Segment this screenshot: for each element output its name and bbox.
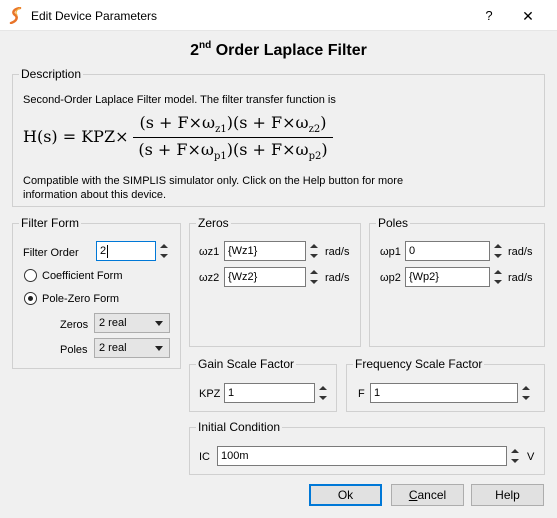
kpz-spinner[interactable]: [316, 383, 329, 403]
spin-down-icon[interactable]: [491, 277, 504, 287]
wz2-label: ωz2: [199, 272, 220, 284]
heading-text: Order Laplace Filter: [211, 42, 367, 59]
description-group-title: Description: [19, 67, 84, 81]
spin-down-icon[interactable]: [519, 393, 532, 403]
spin-down-icon[interactable]: [307, 251, 320, 261]
wp2-spinner[interactable]: [491, 267, 504, 287]
spin-up-icon[interactable]: [157, 241, 170, 251]
wz2-input[interactable]: {Wz2}: [224, 267, 306, 287]
chevron-down-icon: [155, 321, 163, 326]
ok-button[interactable]: Ok: [309, 484, 382, 506]
close-window-button[interactable]: ✕: [513, 5, 543, 27]
spin-up-icon[interactable]: [307, 241, 320, 251]
wz1-label: ωz1: [199, 246, 220, 258]
filter-order-label: Filter Order: [23, 247, 79, 259]
transfer-function-formula: H(s) = KPZ× (s + F×ωz1)(s + F×ωz2) (s + …: [23, 113, 333, 165]
spin-down-icon[interactable]: [491, 251, 504, 261]
coefficient-form-radio[interactable]: [24, 269, 37, 282]
spin-down-icon[interactable]: [157, 251, 170, 261]
ic-label: IC: [199, 451, 210, 463]
spin-down-icon[interactable]: [508, 456, 521, 466]
compatibility-note-line-2: information about this device.: [23, 189, 167, 201]
spin-up-icon[interactable]: [519, 383, 532, 393]
filter-order-input[interactable]: 2: [96, 241, 156, 261]
wp2-input[interactable]: {Wp2}: [405, 267, 490, 287]
dialog-heading: 2nd Order Laplace Filter: [0, 40, 557, 60]
zeros-type-value: 2 real: [99, 317, 127, 329]
poles-group-title: Poles: [376, 216, 411, 230]
cancel-button[interactable]: Cancel: [391, 484, 464, 506]
spin-up-icon[interactable]: [316, 383, 329, 393]
description-intro: Second-Order Laplace Filter model. The f…: [23, 94, 336, 106]
wp1-unit: rad/s: [508, 246, 533, 258]
window-title: Edit Device Parameters: [31, 9, 158, 23]
f-label: F: [358, 388, 365, 400]
frequency-scale-group-title: Frequency Scale Factor: [353, 357, 485, 371]
wp1-input[interactable]: 0: [405, 241, 490, 261]
zeros-type-label: Zeros: [60, 319, 89, 331]
formula-numerator: (s + F×ωz1)(s + F×ωz2): [139, 113, 327, 136]
ic-spinner[interactable]: [508, 446, 521, 466]
kpz-input[interactable]: 1: [224, 383, 315, 403]
formula-fraction: (s + F×ωz1)(s + F×ωz2) (s + F×ωp1)(s + F…: [133, 113, 333, 162]
zeros-group-title: Zeros: [196, 216, 231, 230]
wp2-unit: rad/s: [508, 272, 533, 284]
coefficient-form-label[interactable]: Coefficient Form: [42, 269, 123, 283]
chevron-down-icon: [155, 346, 163, 351]
filter-form-group-title: Filter Form: [19, 216, 81, 230]
wz2-unit: rad/s: [325, 272, 350, 284]
spin-down-icon[interactable]: [307, 277, 320, 287]
formula-lhs: H(s) = KPZ×: [23, 127, 129, 146]
filter-order-spinner[interactable]: [157, 241, 170, 261]
cancel-label-rest: ancel: [417, 488, 447, 502]
poles-type-dropdown[interactable]: 2 real: [94, 338, 170, 358]
text-caret: [107, 244, 109, 258]
poles-type-value: 2 real: [99, 342, 127, 354]
help-button[interactable]: Help: [471, 484, 544, 506]
kpz-label: KPZ: [199, 388, 221, 400]
spin-up-icon[interactable]: [491, 267, 504, 277]
heading-order-number: 2: [190, 42, 200, 59]
f-spinner[interactable]: [519, 383, 532, 403]
poles-type-label: Poles: [60, 344, 88, 356]
gain-scale-group-title: Gain Scale Factor: [196, 357, 297, 371]
wz1-unit: rad/s: [325, 246, 350, 258]
spin-up-icon[interactable]: [508, 446, 521, 456]
ic-unit: V: [527, 451, 535, 463]
pole-zero-form-label[interactable]: Pole-Zero Form: [42, 292, 119, 306]
initial-condition-group-title: Initial Condition: [196, 420, 283, 434]
formula-denominator: (s + F×ωp1)(s + F×ωp2): [138, 140, 328, 163]
ic-input[interactable]: 100m: [217, 446, 507, 466]
app-logo-icon: [9, 7, 22, 24]
compatibility-note-line-1: Compatible with the SIMPLIS simulator on…: [23, 175, 404, 187]
wp1-spinner[interactable]: [491, 241, 504, 261]
wz2-spinner[interactable]: [307, 267, 320, 287]
title-bar: Edit Device Parameters ? ✕: [0, 0, 557, 31]
wp2-label: ωp2: [380, 272, 401, 284]
spin-down-icon[interactable]: [316, 393, 329, 403]
spin-up-icon[interactable]: [491, 241, 504, 251]
wz1-spinner[interactable]: [307, 241, 320, 261]
wz1-input[interactable]: {Wz1}: [224, 241, 306, 261]
pole-zero-form-radio[interactable]: [24, 292, 37, 305]
spin-up-icon[interactable]: [307, 267, 320, 277]
zeros-type-dropdown[interactable]: 2 real: [94, 313, 170, 333]
f-input[interactable]: 1: [370, 383, 518, 403]
wp1-label: ωp1: [380, 246, 401, 258]
context-help-button[interactable]: ?: [483, 8, 495, 23]
heading-ordinal-suffix: nd: [199, 40, 212, 51]
